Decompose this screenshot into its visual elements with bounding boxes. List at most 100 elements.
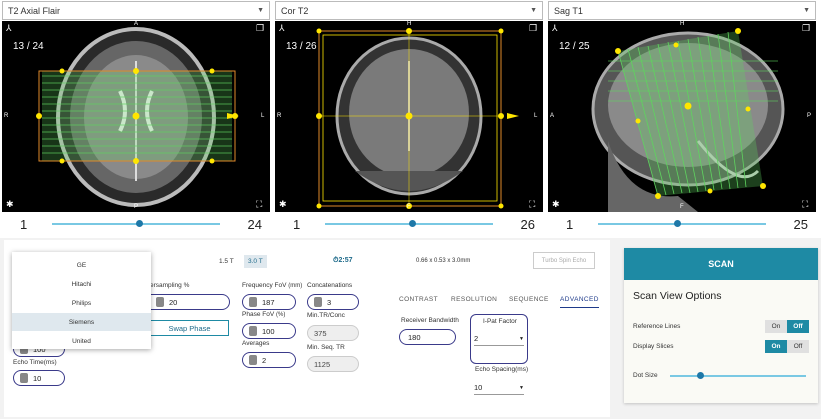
oversampling-field[interactable]: 20 bbox=[150, 294, 230, 310]
toggle-on[interactable]: On bbox=[765, 320, 787, 333]
image-axial[interactable]: 13 / 24 A P R L ⅄ ❐ ✱ ⛶ bbox=[2, 21, 270, 212]
phase-fov-label-text: Phase FoV bbox=[242, 311, 275, 318]
orient-bottom: F bbox=[680, 204, 684, 210]
scan-time-value: 2:57 bbox=[338, 257, 353, 264]
oversampling-label: ersampling % bbox=[150, 282, 190, 289]
chevron-down-icon: ▼ bbox=[519, 335, 524, 342]
copy-icon[interactable]: ❐ bbox=[256, 23, 264, 34]
scan-view-title: Scan View Options bbox=[633, 290, 722, 302]
phase-fov-field[interactable]: 100 bbox=[242, 323, 296, 339]
spinner-icon[interactable] bbox=[156, 297, 164, 307]
tab-advanced[interactable]: ADVANCED bbox=[560, 296, 599, 308]
orient-right: L bbox=[261, 113, 265, 119]
scan-button[interactable]: SCAN bbox=[624, 248, 818, 280]
settings-icon[interactable]: ✱ bbox=[552, 199, 560, 210]
slider-thumb[interactable] bbox=[673, 220, 681, 227]
field-strength-30[interactable]: 3.0 T bbox=[244, 255, 267, 268]
orient-left: A bbox=[550, 113, 555, 119]
slider-track[interactable] bbox=[325, 220, 493, 227]
scan-time: ⏱2:57 bbox=[333, 257, 353, 264]
slider-track[interactable] bbox=[52, 220, 220, 227]
settings-icon[interactable]: ✱ bbox=[279, 199, 287, 210]
slice-slider: 1 25 bbox=[548, 212, 816, 236]
series-title: Cor T2 bbox=[281, 5, 309, 16]
fullscreen-icon[interactable]: ⛶ bbox=[802, 199, 808, 210]
min-seq-field: 1125 bbox=[307, 356, 359, 372]
orient-bottom: P bbox=[134, 204, 139, 210]
series-select[interactable]: Sag T1 ▼ bbox=[548, 1, 816, 20]
echo-time-value: 10 bbox=[33, 373, 42, 383]
slider-max: 26 bbox=[520, 216, 535, 232]
freq-fov-field[interactable]: 187 bbox=[242, 294, 296, 310]
vendor-option-philips[interactable]: Philips bbox=[12, 294, 151, 312]
spinner-icon[interactable] bbox=[249, 297, 257, 307]
image-coronal[interactable]: 13 / 26 H F R L ⅄ ❐ ✱ ⛶ bbox=[275, 21, 543, 212]
echo-time-label: Echo Time(ms) bbox=[13, 359, 57, 366]
min-seq-label: Min. Seq. TR bbox=[307, 344, 345, 351]
averages-field[interactable]: 2 bbox=[242, 352, 296, 368]
swap-phase-button[interactable]: Swap Phase bbox=[150, 320, 229, 336]
slice-slider: 1 24 bbox=[2, 212, 270, 236]
slice-slider: 1 26 bbox=[275, 212, 543, 236]
spinner-icon[interactable] bbox=[249, 355, 257, 365]
freq-fov-label-text: Frequency FoV bbox=[242, 282, 287, 289]
slider-track[interactable] bbox=[598, 220, 766, 227]
slider-thumb[interactable] bbox=[136, 220, 143, 227]
fullscreen-icon[interactable]: ⛶ bbox=[256, 199, 262, 210]
slider-thumb[interactable] bbox=[409, 220, 416, 227]
freq-fov-label: Frequency FoV (mm) bbox=[242, 282, 302, 289]
field-strength-15[interactable]: 1.5 T bbox=[219, 258, 234, 265]
reference-lines-toggle[interactable]: On Off bbox=[765, 320, 809, 333]
spinner-icon[interactable] bbox=[314, 297, 322, 307]
dot-size-label: Dot Size bbox=[633, 372, 658, 379]
concat-label: Concatenations bbox=[307, 282, 353, 289]
sequence-button[interactable]: Turbo Spin Echo bbox=[533, 252, 595, 269]
tab-sequence[interactable]: SEQUENCE bbox=[509, 296, 549, 303]
vendor-option-hitachi[interactable]: Hitachi bbox=[12, 275, 151, 293]
display-slices-toggle[interactable]: On Off bbox=[765, 340, 809, 353]
vendor-option-siemens[interactable]: Siemens bbox=[12, 313, 151, 331]
axes-icon[interactable]: ⅄ bbox=[6, 23, 12, 34]
slice-counter: 13 / 26 bbox=[286, 41, 317, 52]
toggle-off[interactable]: Off bbox=[787, 340, 809, 353]
bandwidth-value: 180 bbox=[408, 332, 421, 342]
chevron-down-icon: ▼ bbox=[257, 7, 264, 14]
dot-size-slider[interactable] bbox=[670, 372, 806, 379]
series-select[interactable]: Cor T2 ▼ bbox=[275, 1, 543, 20]
toggle-on[interactable]: On bbox=[765, 340, 787, 353]
display-slices-label: Display Slices bbox=[633, 343, 674, 350]
axes-icon[interactable]: ⅄ bbox=[279, 23, 285, 34]
fullscreen-icon[interactable]: ⛶ bbox=[529, 199, 535, 210]
min-tr-field: 375 bbox=[307, 325, 359, 341]
vendor-option-united[interactable]: United bbox=[12, 332, 151, 350]
axes-icon[interactable]: ⅄ bbox=[552, 23, 558, 34]
copy-icon[interactable]: ❐ bbox=[802, 23, 810, 34]
slider-min: 1 bbox=[566, 216, 574, 232]
concat-field[interactable]: 3 bbox=[307, 294, 359, 310]
toggle-off[interactable]: Off bbox=[787, 320, 809, 333]
orient-top: H bbox=[407, 21, 412, 27]
ipat-label: I-Pat Factor bbox=[483, 318, 517, 325]
echo-spacing-select[interactable]: 10 ▼ bbox=[474, 381, 524, 395]
swap-phase-label: Swap Phase bbox=[168, 323, 211, 333]
reference-lines-label: Reference Lines bbox=[633, 323, 681, 330]
freq-fov-value: 187 bbox=[262, 297, 275, 307]
tab-resolution[interactable]: RESOLUTION bbox=[451, 296, 497, 303]
min-tr-label: Min.TR/Conc bbox=[307, 312, 345, 319]
bandwidth-field[interactable]: 180 bbox=[399, 329, 456, 345]
series-title: Sag T1 bbox=[554, 5, 583, 16]
echo-time-field[interactable]: 10 bbox=[13, 370, 65, 386]
copy-icon[interactable]: ❐ bbox=[529, 23, 537, 34]
spinner-icon[interactable] bbox=[20, 373, 28, 383]
oversampling-value: 20 bbox=[169, 297, 178, 307]
series-select[interactable]: T2 Axial Flair ▼ bbox=[2, 1, 270, 20]
vendor-option-ge[interactable]: GE bbox=[12, 256, 151, 274]
concat-value: 3 bbox=[327, 297, 332, 307]
slider-min: 1 bbox=[293, 216, 301, 232]
image-sagittal[interactable]: 12 / 25 H F A P ⅄ ❐ ✱ ⛶ bbox=[548, 21, 816, 212]
settings-icon[interactable]: ✱ bbox=[6, 199, 14, 210]
ipat-select[interactable]: 2 ▼ bbox=[474, 332, 524, 346]
averages-label: Averages bbox=[242, 340, 270, 347]
tab-contrast[interactable]: CONTRAST bbox=[399, 296, 438, 303]
spinner-icon[interactable] bbox=[249, 326, 257, 336]
